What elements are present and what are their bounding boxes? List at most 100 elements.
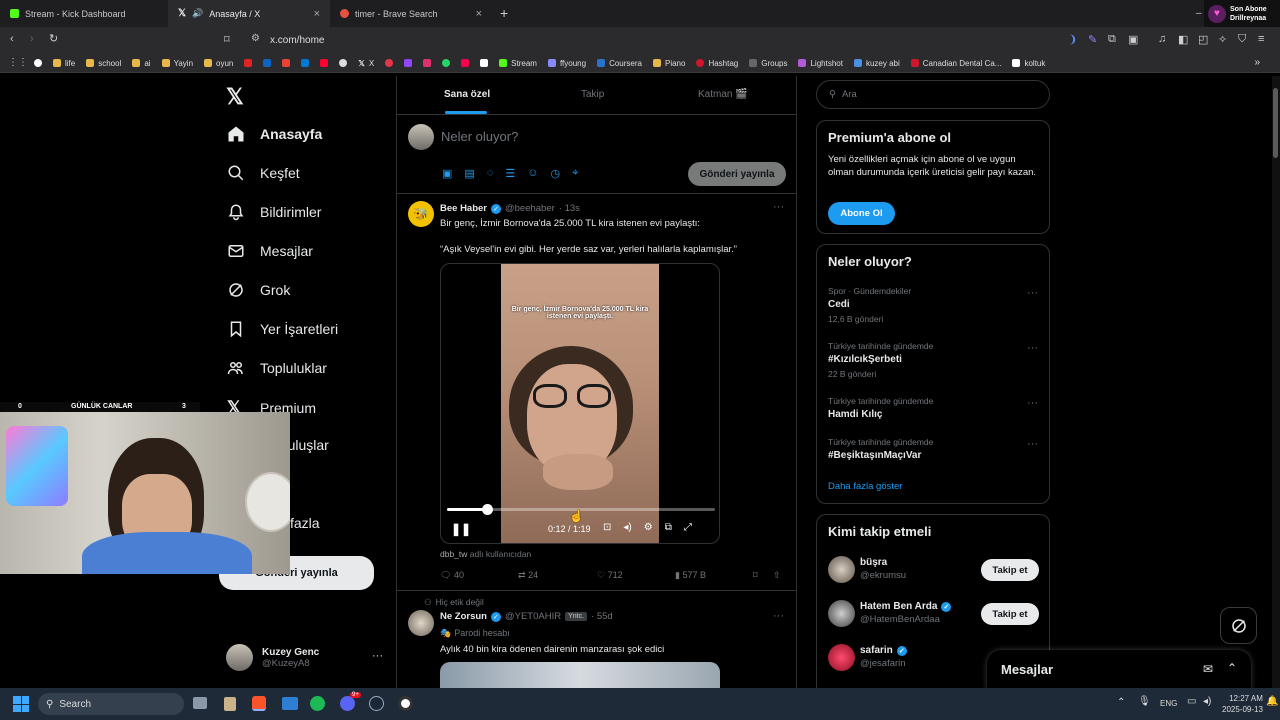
youtube-2-icon[interactable] [320, 59, 329, 67]
suggested-user[interactable]: Hatem Ben Arda ✓ @HatemBenArdaa [860, 601, 952, 625]
instagram-icon[interactable] [423, 59, 432, 67]
fullscreen-icon[interactable]: ⤢ [684, 522, 692, 533]
follow-button[interactable]: Takip et [981, 603, 1039, 625]
avatar[interactable] [828, 644, 855, 671]
network-icon[interactable]: ▭ [1187, 696, 1196, 707]
nav-bookmarks[interactable]: Yer İşaretleri [227, 320, 338, 338]
trend-more-icon[interactable]: ··· [1027, 397, 1038, 409]
spotify-icon[interactable] [310, 696, 325, 711]
vpn-icon[interactable]: ⛉ [1238, 33, 1246, 46]
tab-brave-search[interactable]: timer - Brave Search × [330, 0, 492, 27]
ne-zorsun-avatar[interactable] [408, 610, 434, 636]
whatsapp-icon[interactable] [442, 59, 451, 67]
search-input[interactable]: ⚲ Ara [816, 80, 1050, 109]
composer-input[interactable]: Neler oluyor? [441, 129, 518, 144]
leo-ai-icon[interactable]: ✧ [1218, 33, 1227, 46]
tweet-time[interactable]: · 55d [591, 611, 613, 622]
reload-icon[interactable]: ↻ [49, 32, 58, 45]
tab-x-home[interactable]: 𝕏 🔊 Anasayfa / X × [168, 0, 330, 27]
new-tab-button[interactable]: + [500, 5, 508, 21]
expand-icon[interactable]: ⌃ [1227, 661, 1237, 675]
task-view-icon[interactable] [193, 697, 207, 709]
wallet-icon[interactable]: ▣ [1128, 33, 1138, 46]
clock[interactable]: 12:27 AM 2025-09-13 [1222, 693, 1263, 715]
nav-home[interactable]: Anasayfa [227, 125, 322, 143]
wallet-2-icon[interactable]: ◰ [1198, 33, 1208, 46]
scrollbar-thumb[interactable] [1273, 88, 1278, 158]
bee-haber-avatar[interactable]: 🐝 [408, 201, 434, 227]
author-handle[interactable]: @beehaber [505, 203, 555, 214]
nav-more[interactable]: fazla [290, 515, 320, 531]
trend-item[interactable]: Türkiye tarihinde gündemde #KızılcıkŞerb… [828, 341, 1040, 379]
account-switcher[interactable]: Kuzey Genc @KuzeyA8 [226, 644, 319, 671]
avatar[interactable] [828, 600, 855, 627]
captions-icon[interactable]: ⊡ [603, 522, 611, 533]
author-name[interactable]: Ne Zorsun [440, 611, 487, 622]
follow-button[interactable]: Takip et [981, 559, 1039, 581]
nav-messages[interactable]: Mesajlar [227, 242, 313, 260]
extension-2-icon[interactable]: ✎ [1088, 33, 1097, 46]
avatar[interactable] [828, 556, 855, 583]
bookmark-piano[interactable]: Piano [652, 59, 685, 68]
trend-item[interactable]: Türkiye tarihinde gündemde #BeşiktaşınMa… [828, 437, 1040, 461]
media-icon[interactable]: ♫ [1158, 33, 1166, 45]
page-scrollbar[interactable] [1272, 76, 1280, 688]
new-message-icon[interactable]: ✉ [1203, 662, 1213, 676]
bookmark-groups[interactable]: Groups [749, 59, 787, 68]
minimize-icon[interactable]: – [1196, 8, 1202, 19]
site-info-icon[interactable]: ⚙ [251, 33, 260, 44]
share-icon[interactable]: ⇧ [773, 570, 781, 581]
bookmark-ai[interactable]: ai [132, 59, 151, 68]
volume-icon[interactable]: ◂) [623, 522, 631, 533]
show-more-link[interactable]: Daha fazla göster [828, 481, 902, 492]
apps-grid-icon[interactable]: ⋮⋮ [8, 57, 28, 68]
volume-icon[interactable]: ◂) [1203, 696, 1211, 707]
pause-icon[interactable]: ❚❚ [451, 522, 471, 536]
trend-item[interactable]: Spor · Gündemdekiler Cedi 12,6 B gönderi [828, 286, 1040, 324]
composer-post-button[interactable]: Gönderi yayınla [688, 162, 786, 186]
settings-icon[interactable]: ⚙ [644, 522, 653, 533]
x-logo-icon[interactable]: 𝕏 [226, 84, 244, 110]
author-handle[interactable]: @YET0AHIR [505, 611, 561, 622]
grok-icon[interactable]: ◌ [487, 167, 494, 180]
reply-button[interactable]: 🗨 40 [440, 570, 464, 581]
suggested-user[interactable]: büşra @ekrumsu [860, 557, 906, 581]
subscribe-button[interactable]: Abone Ol [828, 202, 895, 225]
bookmark-oyun[interactable]: oyun [204, 59, 233, 68]
video-player[interactable]: Bir genç, İzmir Bornova'da 25.000 TL kir… [440, 263, 720, 544]
credit-user[interactable]: dbb_tw [440, 549, 467, 559]
menu-icon[interactable]: ≡ [1258, 33, 1264, 45]
twitch-icon[interactable] [404, 59, 413, 67]
suggested-user[interactable]: safarin ✓ @jesafarin [860, 645, 907, 669]
bookmark-page-icon[interactable]: ⌑ [224, 33, 230, 46]
close-tab-icon[interactable]: × [476, 8, 482, 20]
gmail-icon[interactable] [282, 59, 291, 67]
microphone-icon[interactable]: 🎙 [1138, 696, 1151, 707]
tab-katman[interactable]: Katman 🎬 [698, 89, 748, 100]
nav-notifications[interactable]: Bildirimler [227, 203, 321, 221]
bookmark-stream[interactable]: Stream [499, 59, 537, 68]
messages-drawer[interactable]: Mesajlar ✉ ⌃ [987, 650, 1251, 690]
bookmark-koltuk[interactable]: koltuk [1012, 59, 1045, 68]
like-button[interactable]: ♡ 712 [597, 570, 623, 581]
views-button[interactable]: ▮ 577 B [675, 570, 706, 581]
notification-bell-icon[interactable]: 🔔 [1266, 696, 1278, 707]
picture-in-picture-icon[interactable]: ⧉ [665, 522, 672, 533]
schedule-icon[interactable]: ◷ [550, 167, 560, 180]
tab-following[interactable]: Takip [581, 89, 604, 100]
app-icon[interactable] [385, 59, 394, 67]
obs-icon[interactable] [398, 696, 413, 711]
tweet-image[interactable] [440, 662, 720, 688]
tweet-time[interactable]: · 13s [559, 203, 580, 214]
sidebar-icon[interactable]: ◧ [1178, 33, 1188, 46]
extension-1-icon[interactable]: ❩ [1068, 33, 1077, 46]
photos-icon[interactable] [282, 697, 298, 710]
tray-chevron-icon[interactable]: ⌃ [1117, 697, 1125, 708]
nav-explore[interactable]: Keşfet [227, 164, 300, 182]
trend-item[interactable]: Türkiye tarihinde gündemde Hamdi Kılıç [828, 396, 1040, 420]
windows-start-icon[interactable] [13, 696, 29, 712]
tweet-more-icon[interactable]: ··· [773, 201, 784, 213]
tab-for-you[interactable]: Sana özel [444, 89, 490, 100]
extensions-icon[interactable]: ⧉ [1108, 33, 1116, 46]
bookmark-hashtag[interactable]: Hashtag [696, 59, 738, 68]
